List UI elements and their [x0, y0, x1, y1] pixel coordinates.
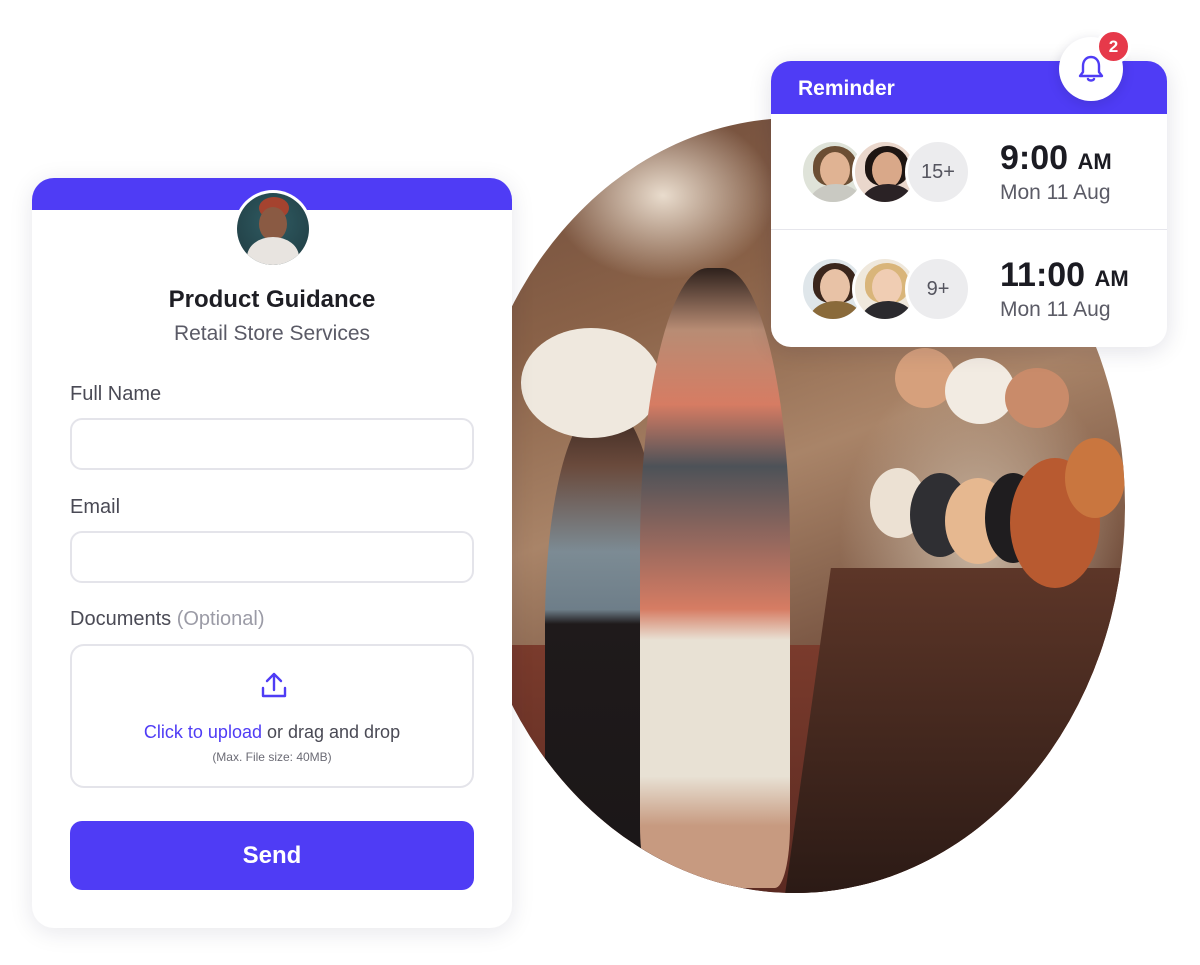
documents-optional-text: (Optional) [176, 608, 265, 630]
upload-icon [261, 672, 287, 698]
reminder-item[interactable]: 15+ 9:00 AM Mon 11 Aug [771, 114, 1167, 230]
upload-size-hint: (Max. File size: 40MB) [212, 750, 332, 764]
email-input[interactable] [70, 531, 474, 583]
full-name-input[interactable] [70, 418, 474, 470]
woman-hat [521, 328, 661, 438]
notification-count-badge: 2 [1096, 29, 1131, 64]
documents-label: Documents (Optional) [70, 608, 265, 631]
reminder-time: 11:00 AM [1000, 256, 1129, 295]
upload-text: Click to upload or drag and drop [72, 722, 472, 743]
reminder-item[interactable]: 9+ 11:00 AM Mon 11 Aug [771, 231, 1167, 347]
advisor-avatar [234, 190, 312, 268]
form-title: Product Guidance [168, 286, 376, 313]
documents-label-text: Documents [70, 608, 172, 630]
hat [1005, 368, 1069, 428]
hat [1065, 438, 1125, 518]
file-dropzone[interactable]: Click to upload or drag and drop (Max. F… [70, 644, 474, 788]
reminder-time-value: 11:00 [1000, 256, 1086, 294]
photo-counter [785, 567, 1125, 893]
attendee-count-badge: 9+ [905, 256, 971, 322]
upload-text-rest: or drag and drop [261, 722, 401, 742]
upload-link[interactable]: Click to upload [144, 722, 262, 742]
attendee-count-badge: 15+ [905, 139, 971, 205]
send-button[interactable]: Send [70, 821, 474, 890]
form-subtitle: Retail Store Services [173, 322, 371, 345]
man-figure [640, 268, 790, 888]
reminder-card: Reminder 15+ 9:00 AM Mon 11 Aug 9+ 11:00… [771, 61, 1167, 347]
reminder-date: Mon 11 Aug [1000, 298, 1111, 321]
product-guidance-form: Product Guidance Retail Store Services F… [32, 178, 512, 928]
full-name-label: Full Name [70, 383, 162, 405]
reminder-time-value: 9:00 [1000, 139, 1069, 177]
reminder-time-ampm: AM [1077, 149, 1112, 174]
reminder-date: Mon 11 Aug [1000, 181, 1111, 204]
email-label: Email [70, 496, 121, 518]
reminder-time-ampm: AM [1094, 266, 1129, 291]
hat [945, 358, 1015, 424]
reminder-time: 9:00 AM [1000, 139, 1112, 178]
